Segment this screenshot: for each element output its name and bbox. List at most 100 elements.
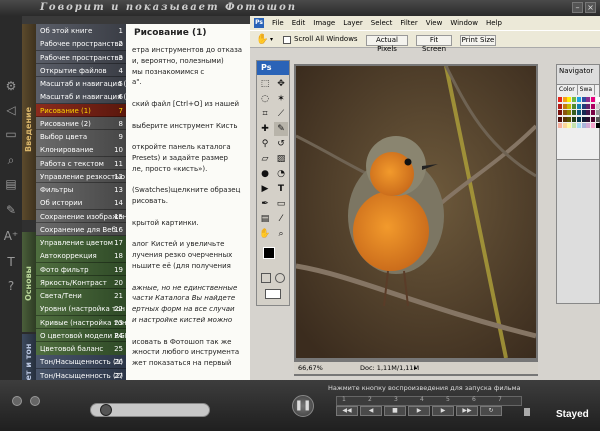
chapter-item[interactable]: Клонирование 10 [36,143,126,157]
swatch-color[interactable] [576,123,581,128]
swatch-color[interactable] [572,97,577,102]
help-icon[interactable]: ? [3,278,19,294]
menu-item-help[interactable]: Help [482,19,506,27]
swatches-tab[interactable]: Swa [578,85,596,95]
menu-item-view[interactable]: View [422,19,447,27]
healing-tool-icon[interactable]: ✚ [258,122,272,136]
chapter-item[interactable]: Тон/Насыщенность (1) 26 [36,355,126,369]
menu-item-filter[interactable]: Filter [396,19,421,27]
close-icon[interactable]: × [585,2,596,13]
chapter-item[interactable]: Кривые (настройка тон 23 [36,315,126,329]
menu-item-window[interactable]: Window [446,19,482,27]
hand-tool-icon[interactable]: ✋ [256,34,268,46]
color-tab[interactable]: Color [557,85,578,95]
swatch-color[interactable] [567,116,572,122]
swatch-color[interactable] [558,110,562,115]
swatch-color[interactable] [586,110,591,115]
dropdown-icon[interactable]: ▾ [270,36,273,43]
menu-item-edit[interactable]: Edit [288,19,310,27]
swatch-color[interactable] [567,123,572,128]
menu-item-select[interactable]: Select [367,19,397,27]
swatch-color[interactable] [595,123,600,128]
swatch-color[interactable] [558,103,562,109]
swatch-color[interactable] [590,103,595,109]
swatch-color[interactable] [586,123,591,128]
swatch-color[interactable] [572,110,577,115]
swatch-color[interactable] [581,123,586,128]
marquee-tool-icon[interactable]: ⬚ [258,77,272,91]
fast-forward-icon[interactable]: ▶▶ [456,406,478,416]
chapter-item[interactable]: Об истории 14 [36,196,126,210]
quick-mask-icon[interactable] [275,273,285,283]
eyedropper-tool-icon[interactable]: ⁄ [274,212,288,226]
print-icon[interactable]: ▤ [3,176,19,192]
chapter-item[interactable]: Управление цветом 17 [36,236,126,250]
swatch-color[interactable] [590,116,595,122]
zoom-level[interactable]: 66,67% [298,364,323,372]
gear-icon[interactable]: ⚙ [3,78,19,94]
swatch-color[interactable] [576,110,581,115]
clone-stamp-tool-icon[interactable]: ⚲ [258,137,272,151]
prev-page-icon[interactable] [12,396,22,406]
search-icon[interactable]: ⌕ [3,152,19,168]
swatch-color[interactable] [562,123,567,128]
play-pause-icon[interactable]: ❚❚ [292,395,314,417]
robin-photo[interactable] [296,66,536,358]
path-selection-tool-icon[interactable]: ▶ [258,182,272,196]
menu-item-image[interactable]: Image [309,19,339,27]
swatch-color[interactable] [586,116,591,122]
navigator-tab[interactable]: Navigator [559,67,593,75]
chapter-item[interactable]: Сохранение для Веб 16 [36,222,126,237]
swatch-color[interactable] [576,97,581,102]
chapter-item[interactable]: Выбор цвета 9 [36,130,126,144]
swatch-color[interactable] [558,97,562,102]
eraser-tool-icon[interactable]: ▱ [258,152,272,166]
text-icon[interactable]: T [3,254,19,270]
swatch-color[interactable] [581,97,586,102]
chapter-item[interactable]: Открытие файлов 4 [36,63,126,78]
back-icon[interactable]: ◁ [3,102,19,118]
swatch-color[interactable] [567,110,572,115]
swatch-color[interactable] [590,97,595,102]
type-tool-icon[interactable]: T [274,182,288,196]
step-forward-icon[interactable]: ▶ [432,406,454,416]
swatch-color[interactable] [576,103,581,109]
magic-wand-tool-icon[interactable]: ✶ [274,92,288,106]
brush-tool-icon[interactable]: ✎ [274,122,288,136]
page-slider-knob[interactable] [100,404,112,416]
menu-item-layer[interactable]: Layer [339,19,367,27]
player-progress[interactable] [336,396,522,406]
swatch-color[interactable] [572,116,577,122]
rewind-icon[interactable]: ◀◀ [336,406,358,416]
swatch-color[interactable] [581,116,586,122]
standard-mode-icon[interactable] [261,273,271,283]
chapter-item[interactable]: Рисование (2) 8 [36,116,126,131]
swatch-color[interactable] [581,103,586,109]
screen-mode-icon[interactable] [265,289,281,299]
swatch-color[interactable] [558,116,562,122]
swatch-color[interactable] [572,123,577,128]
lasso-tool-icon[interactable]: ◌ [258,92,272,106]
swatch-color[interactable] [595,116,600,122]
font-size-icon[interactable]: A⁺ [3,228,19,244]
chapter-item[interactable]: Работа с текстом 11 [36,156,126,170]
swatch-color[interactable] [595,103,600,109]
swatch-color[interactable] [590,123,595,128]
scroll-all-checkbox[interactable] [283,36,291,44]
chapter-item[interactable]: Уровни (настройка тон 22 [36,302,126,316]
swatch-color[interactable] [567,97,572,102]
minimize-icon[interactable]: – [572,2,583,13]
swatch-color[interactable] [595,97,600,102]
chapter-item[interactable]: Управление резкостью 12 [36,169,126,184]
chapter-item[interactable]: Яркость/Контраст 20 [36,275,126,290]
volume-icon[interactable] [524,408,530,416]
chapter-item[interactable]: Рабочее пространство 3 [36,50,126,64]
crop-tool-icon[interactable]: ⌗ [258,107,272,121]
print-size-button[interactable]: Print Size [460,35,496,46]
chapter-item[interactable]: Автокоррекция 18 [36,249,126,263]
pen-tool-icon[interactable]: ✒ [258,197,272,211]
shape-tool-icon[interactable]: ▭ [274,197,288,211]
swatch-color[interactable] [581,110,586,115]
chapter-item[interactable]: Фото фильтр 19 [36,262,126,276]
chapter-item[interactable]: Фильтры 13 [36,183,126,197]
